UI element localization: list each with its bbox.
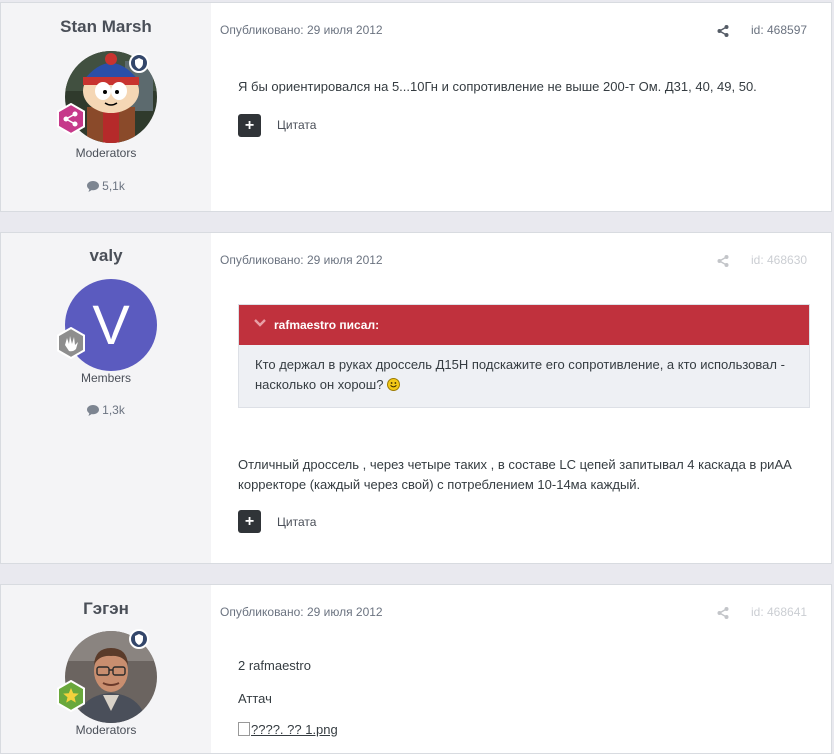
- quote-header[interactable]: rafmaestro писал:: [239, 305, 809, 345]
- post-date[interactable]: Опубликовано: 29 июля 2012: [220, 253, 383, 267]
- post-line-1: 2 rafmaestro: [238, 658, 311, 673]
- post-body: Отличный дроссель , через четыре таких ,…: [238, 457, 792, 492]
- post-body: Я бы ориентировался на 5...10Гн и сопрот…: [238, 79, 757, 94]
- blockquote: rafmaestro писал: Кто держал в руках дро…: [238, 304, 810, 408]
- author-name[interactable]: Stan Marsh: [1, 17, 211, 37]
- post-id[interactable]: id: 468597: [751, 23, 807, 37]
- post-id[interactable]: id: 468630: [751, 253, 807, 267]
- post-date[interactable]: Опубликовано: 29 июля 2012: [220, 23, 383, 37]
- post-count: 5,1k: [1, 179, 211, 193]
- moderator-shield-icon: [129, 53, 149, 73]
- post-date[interactable]: Опубликовано: 29 июля 2012: [220, 605, 383, 619]
- post-count-value: 5,1k: [102, 179, 125, 193]
- rank-hand-badge-icon: [55, 326, 87, 360]
- post-count-value: 1,3k: [102, 403, 125, 417]
- rank-share-badge-icon: [55, 102, 87, 136]
- author-panel: Stan Marsh Moderators 5,1k: [1, 3, 211, 211]
- rank-star-badge-icon: [55, 679, 87, 713]
- author-panel: Гэгэн Moderators: [1, 585, 211, 753]
- comment-icon: [87, 405, 100, 416]
- group-name: Members: [80, 371, 131, 385]
- post-count: 1,3k: [1, 403, 211, 417]
- author-name[interactable]: Гэгэн: [1, 599, 211, 619]
- broken-image-icon: [238, 722, 250, 736]
- smiley-icon: [387, 378, 401, 391]
- quote-button[interactable]: Цитата: [277, 118, 316, 132]
- moderator-shield-icon: [129, 629, 149, 649]
- attachment-image-link[interactable]: ????. ?? 1.png: [238, 722, 338, 737]
- post-468630: valy V Members 1,3k Опубликовано: 29 июл…: [0, 232, 832, 564]
- multiquote-plus-button[interactable]: +: [238, 114, 261, 137]
- share-icon[interactable]: [717, 24, 729, 42]
- quote-text-content: Кто держал в руках дроссель Д15Н подскаж…: [255, 357, 785, 392]
- post-468597: Stan Marsh Moderators 5,1k Опубликовано:…: [0, 2, 832, 212]
- group-name: Moderators: [75, 146, 137, 160]
- post-line-2: Аттач: [238, 691, 272, 706]
- quote-button[interactable]: Цитата: [277, 515, 316, 529]
- chevron-down-icon: [254, 319, 266, 327]
- share-icon[interactable]: [717, 254, 729, 272]
- group-name: Moderators: [75, 723, 137, 737]
- share-icon[interactable]: [717, 606, 729, 624]
- attachment-alt-text: ????. ?? 1.png: [251, 722, 338, 737]
- author-name[interactable]: valy: [1, 246, 211, 266]
- comment-icon: [87, 181, 100, 192]
- quote-author[interactable]: rafmaestro писал:: [274, 318, 379, 332]
- post-468641: Гэгэн Moderators Опубликовано: 29 июля 2…: [0, 584, 832, 754]
- post-id[interactable]: id: 468641: [751, 605, 807, 619]
- author-panel: valy V Members 1,3k: [1, 233, 211, 563]
- quote-text: Кто держал в руках дроссель Д15Н подскаж…: [255, 355, 800, 395]
- multiquote-plus-button[interactable]: +: [238, 510, 261, 533]
